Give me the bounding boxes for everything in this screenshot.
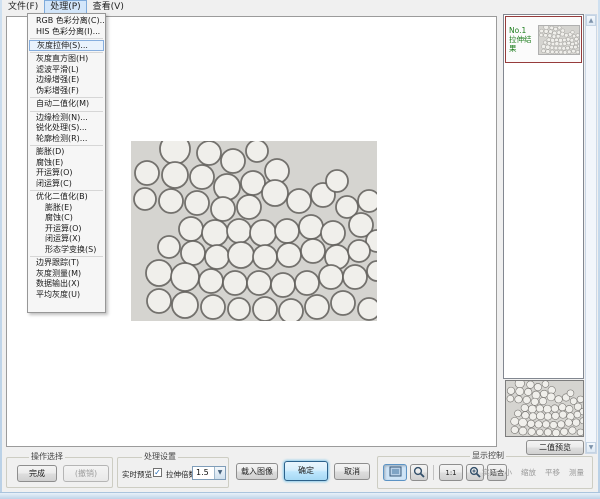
stretch-factor-value: 1.5 <box>196 468 209 477</box>
result-item-caption: No.1 拉伸结果 <box>506 26 538 53</box>
result-list-item-selected[interactable]: No.1 拉伸结果 <box>505 16 582 63</box>
dropdown-item[interactable]: 开运算(O) <box>28 168 105 179</box>
stretch-factor-combobox[interactable]: 1.5 ▼ <box>192 466 226 480</box>
scroll-up-icon[interactable]: ▲ <box>586 15 596 26</box>
live-preview-label: 实时预览 <box>122 469 152 480</box>
display-group-title: 显示控制 <box>470 451 506 461</box>
select-tool-button[interactable] <box>383 464 407 481</box>
display-mode-option[interactable]: 实际大小 <box>482 467 512 478</box>
undo-button[interactable]: (撤销) <box>63 465 109 482</box>
source-image-thumbnail[interactable] <box>505 380 584 437</box>
dropdown-item[interactable]: 闭运算(X) <box>28 234 105 245</box>
dropdown-item[interactable]: 膨胀(E) <box>28 203 105 214</box>
menu-separator <box>30 255 103 258</box>
menu-separator <box>30 189 103 192</box>
menu-view[interactable]: 查看(V) <box>87 0 130 14</box>
dropdown-item[interactable]: 腐蚀(C) <box>28 213 105 224</box>
menu-separator <box>30 144 103 147</box>
menu-separator <box>30 37 103 40</box>
result-listbox[interactable]: No.1 拉伸结果 <box>503 14 584 379</box>
live-preview-checkbox[interactable]: ✓ <box>153 468 162 477</box>
process-menu-dropdown: RGB 色彩分离(C)...HIS 色彩分离(I)... 灰度拉伸(S)... 灰度… <box>27 13 106 313</box>
display-mode-option[interactable]: 平移 <box>545 467 560 478</box>
display-mode-option[interactable]: 缩放 <box>521 467 536 478</box>
dropdown-item[interactable]: 形态学变换(S) <box>28 245 105 256</box>
dropdown-item[interactable]: 锐化处理(S)... <box>28 123 105 134</box>
dropdown-item[interactable]: 优化二值化(B) <box>28 192 105 203</box>
dropdown-item[interactable]: 开运算(O) <box>28 224 105 235</box>
dropdown-item[interactable]: 闭运算(C) <box>28 179 105 190</box>
zoom-in-icon <box>469 466 481 480</box>
window-frame-left <box>0 0 2 499</box>
sidebar-scrollbar[interactable]: ▲ ▼ <box>585 14 597 454</box>
result-item-thumbnail <box>538 25 580 55</box>
chevron-down-icon[interactable]: ▼ <box>214 467 225 479</box>
dropdown-item[interactable]: 腐蚀(E) <box>28 158 105 169</box>
app-window: 文件(F) 处理(P) 查看(V) RGB 色彩分离(C)...HIS 色彩分离… <box>0 0 600 499</box>
dropdown-item[interactable]: RGB 色彩分离(C)... <box>28 16 105 27</box>
operation-group-title: 操作选择 <box>29 452 65 462</box>
done-button[interactable]: 完成 <box>17 465 57 482</box>
micrograph-image <box>131 141 377 321</box>
dropdown-item[interactable]: 灰度直方图(H) <box>28 54 105 65</box>
dropdown-item[interactable]: 灰度拉伸(S)... <box>29 40 104 51</box>
dropdown-item[interactable]: 灰度测量(M) <box>28 269 105 280</box>
dropdown-item[interactable]: 自动二值化(M) <box>28 99 105 110</box>
display-mode-labels: 实际大小缩放平移测量 <box>482 467 584 478</box>
result-item-number: No.1 <box>509 26 538 35</box>
cancel-button[interactable]: 取消 <box>334 463 370 480</box>
settings-groupbox: 处理设置 实时预览 ✓ 拉伸倍数: 1.5 ▼ <box>117 457 229 488</box>
menu-bar: 文件(F) 处理(P) 查看(V) <box>2 0 598 14</box>
menu-file[interactable]: 文件(F) <box>2 0 44 14</box>
menu-separator <box>30 96 103 99</box>
scroll-down-icon[interactable]: ▼ <box>586 442 596 453</box>
menu-separator <box>30 51 103 54</box>
zoom-window-icon <box>413 466 425 480</box>
dropdown-item[interactable]: 边缘检测(N)... <box>28 113 105 124</box>
dropdown-item[interactable]: 轮廓检测(R)... <box>28 134 105 145</box>
actual-size-button[interactable]: 1:1 <box>439 464 463 481</box>
dropdown-item[interactable]: 边界跟踪(T) <box>28 258 105 269</box>
settings-group-title: 处理设置 <box>142 452 178 462</box>
binary-preview-button[interactable]: 二值预览 <box>526 440 584 455</box>
display-groupbox: 显示控制 1:1适合 实际大小缩放平移测量 <box>377 456 593 489</box>
operation-groupbox: 操作选择 完成 (撤销) <box>6 457 113 488</box>
select-tool-icon <box>389 466 402 479</box>
zoom-window-button[interactable] <box>410 464 428 481</box>
window-frame-bottom <box>0 492 600 499</box>
result-item-name: 拉伸结果 <box>509 35 538 53</box>
ok-button[interactable]: 确定 <box>284 461 328 481</box>
load-image-button[interactable]: 载入图像 <box>236 463 278 480</box>
dropdown-item[interactable]: HIS 色彩分离(I)... <box>28 27 105 38</box>
dropdown-item[interactable]: 膨胀(D) <box>28 147 105 158</box>
toolbar-divider <box>433 465 434 480</box>
menu-process[interactable]: 处理(P) <box>44 0 86 14</box>
dropdown-item[interactable]: 数据输出(X) <box>28 279 105 290</box>
dropdown-item[interactable]: 滤波平滑(L) <box>28 65 105 76</box>
dropdown-item[interactable]: 平均灰度(U) <box>28 290 105 301</box>
display-mode-option[interactable]: 测量 <box>569 467 584 478</box>
menu-separator <box>30 110 103 113</box>
dropdown-item[interactable]: 边缘增强(E) <box>28 75 105 86</box>
dropdown-item[interactable]: 伪彩增强(F) <box>28 86 105 97</box>
